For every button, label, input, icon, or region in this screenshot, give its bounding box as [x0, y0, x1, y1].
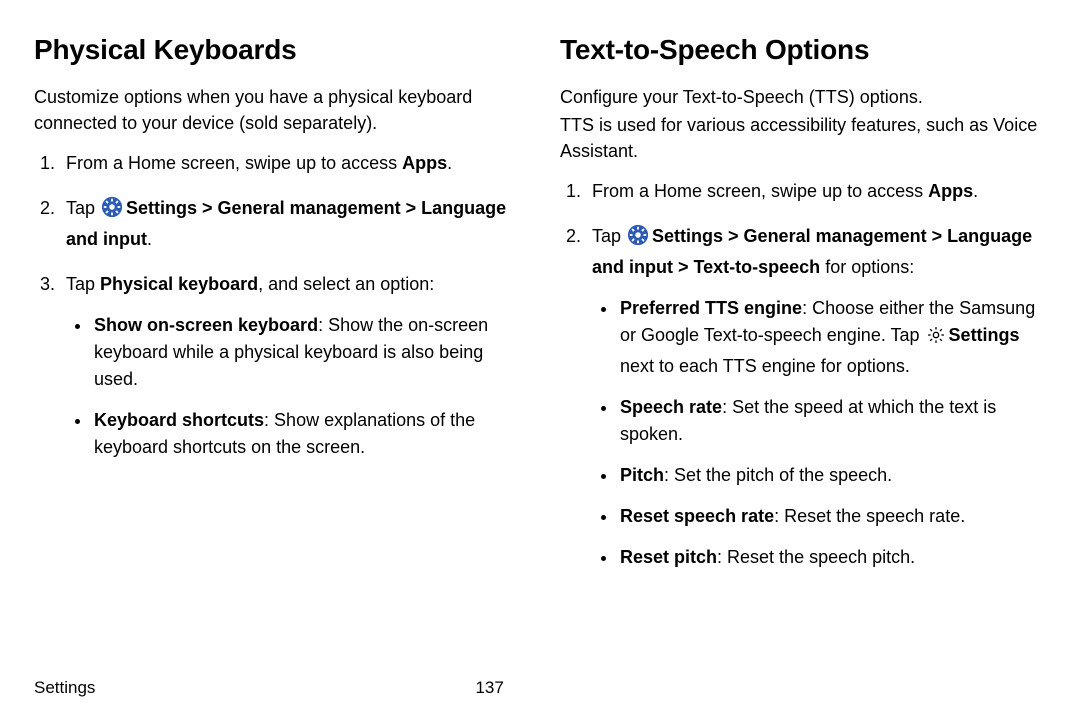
- apps-label: Apps: [928, 181, 973, 201]
- bullet-title: Show on-screen keyboard: [94, 315, 318, 335]
- right-intro-2: TTS is used for various accessibility fe…: [560, 112, 1046, 164]
- left-intro: Customize options when you have a physic…: [34, 84, 520, 136]
- text: Tap: [592, 226, 626, 246]
- left-heading: Physical Keyboards: [34, 34, 520, 66]
- left-step-2: Tap Settings > General management > Lang…: [60, 195, 520, 253]
- text: .: [147, 229, 152, 249]
- left-steps: From a Home screen, swipe up to access A…: [34, 150, 520, 461]
- right-heading: Text-to-Speech Options: [560, 34, 1046, 66]
- settings-label: Settings: [949, 325, 1020, 345]
- text: From a Home screen, swipe up to access: [592, 181, 928, 201]
- bullet-title: Speech rate: [620, 397, 722, 417]
- settings-path-label: Settings > General management > Language…: [66, 198, 506, 249]
- right-steps: From a Home screen, swipe up to access A…: [560, 178, 1046, 571]
- left-bullet-2: Keyboard shortcuts: Show explanations of…: [92, 407, 520, 461]
- right-step-1: From a Home screen, swipe up to access A…: [586, 178, 1046, 205]
- settings-filled-icon: [627, 224, 649, 254]
- bullet-text: : Reset the speech rate.: [774, 506, 965, 526]
- text: Tap: [66, 198, 100, 218]
- manual-page: Physical Keyboards Customize options whe…: [0, 0, 1080, 720]
- text: .: [447, 153, 452, 173]
- right-bullet-4: Reset speech rate: Reset the speech rate…: [618, 503, 1046, 530]
- footer-section-label: Settings: [34, 678, 95, 698]
- bullet-text: : Set the pitch of the speech.: [664, 465, 892, 485]
- right-intro-1: Configure your Text-to-Speech (TTS) opti…: [560, 84, 1046, 110]
- bullet-text: : Reset the speech pitch.: [717, 547, 915, 567]
- two-column-layout: Physical Keyboards Customize options whe…: [34, 30, 1046, 589]
- settings-filled-icon: [101, 196, 123, 226]
- bullet-title: Preferred TTS engine: [620, 298, 802, 318]
- settings-outline-icon: [926, 325, 946, 353]
- left-step-3: Tap Physical keyboard, and select an opt…: [60, 271, 520, 461]
- right-bullet-1: Preferred TTS engine: Choose either the …: [618, 295, 1046, 380]
- right-bullet-5: Reset pitch: Reset the speech pitch.: [618, 544, 1046, 571]
- apps-label: Apps: [402, 153, 447, 173]
- bullet-text: next to each TTS engine for options.: [620, 356, 910, 376]
- text: Tap: [66, 274, 100, 294]
- text: .: [973, 181, 978, 201]
- bullet-title: Reset speech rate: [620, 506, 774, 526]
- text: for options:: [820, 257, 914, 277]
- right-column: Text-to-Speech Options Configure your Te…: [560, 30, 1046, 589]
- right-bullets: Preferred TTS engine: Choose either the …: [592, 295, 1046, 571]
- right-step-2: Tap Settings > General management > Lang…: [586, 223, 1046, 571]
- bullet-title: Keyboard shortcuts: [94, 410, 264, 430]
- left-bullet-1: Show on-screen keyboard: Show the on-scr…: [92, 312, 520, 393]
- footer-page-number: 137: [475, 678, 503, 698]
- left-step-1: From a Home screen, swipe up to access A…: [60, 150, 520, 177]
- left-bullets: Show on-screen keyboard: Show the on-scr…: [66, 312, 520, 461]
- text: From a Home screen, swipe up to access: [66, 153, 402, 173]
- text: , and select an option:: [258, 274, 434, 294]
- right-bullet-3: Pitch: Set the pitch of the speech.: [618, 462, 1046, 489]
- page-footer: Settings 137: [34, 678, 1046, 698]
- bullet-title: Pitch: [620, 465, 664, 485]
- physical-keyboard-label: Physical keyboard: [100, 274, 258, 294]
- bullet-title: Reset pitch: [620, 547, 717, 567]
- right-bullet-2: Speech rate: Set the speed at which the …: [618, 394, 1046, 448]
- left-column: Physical Keyboards Customize options whe…: [34, 30, 520, 589]
- settings-path-label: Settings > General management > Language…: [592, 226, 1032, 277]
